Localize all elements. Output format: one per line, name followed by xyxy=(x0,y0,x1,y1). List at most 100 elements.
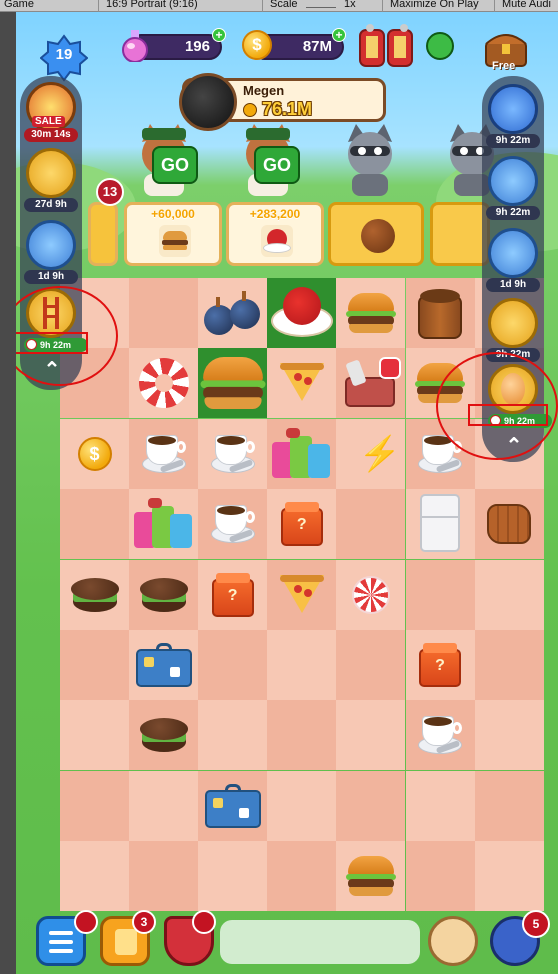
board-cell[interactable] xyxy=(129,489,199,560)
scale-slider[interactable] xyxy=(306,0,336,8)
board-cell[interactable] xyxy=(474,489,544,560)
go-button[interactable]: GO xyxy=(254,146,300,184)
editor-toolbar: Game 16:9 Portrait (9:16) Scale 1x Maxim… xyxy=(0,0,558,12)
board-cell[interactable] xyxy=(267,559,337,630)
board-cell[interactable] xyxy=(267,278,337,348)
trophy-shield-icon[interactable] xyxy=(356,24,418,74)
board-cell[interactable] xyxy=(60,559,129,630)
sale-label: SALE xyxy=(32,116,65,127)
board-cell[interactable] xyxy=(198,418,268,489)
board-cell[interactable] xyxy=(267,348,337,419)
divider xyxy=(494,0,495,12)
gold-coin-item: $ xyxy=(77,436,112,471)
board-cell[interactable] xyxy=(267,630,337,700)
slot-timer: 27d 9h xyxy=(24,198,78,212)
producer-slot[interactable] xyxy=(488,84,538,134)
board-cell[interactable] xyxy=(198,770,268,841)
board-cell[interactable] xyxy=(129,418,199,489)
board-cell[interactable] xyxy=(60,630,129,700)
board-cell[interactable] xyxy=(405,559,475,630)
board-cell[interactable] xyxy=(267,841,337,912)
board-cell[interactable] xyxy=(267,418,337,489)
board-cell[interactable] xyxy=(405,841,475,912)
board-cell[interactable] xyxy=(474,559,544,630)
board-cell[interactable] xyxy=(129,841,199,912)
coin-count: 87M xyxy=(302,38,332,55)
board-cell[interactable] xyxy=(336,630,406,700)
board-cell[interactable] xyxy=(405,770,475,841)
slot-timer: 9h 22m xyxy=(486,206,540,220)
board-cell[interactable]: ? xyxy=(198,559,268,630)
level-number: 19 xyxy=(55,46,73,63)
notification-badge: 13 xyxy=(96,178,124,206)
board-cell[interactable] xyxy=(405,700,475,771)
scale-label: Scale xyxy=(270,0,298,10)
board-cell[interactable] xyxy=(60,770,129,841)
board-cell[interactable] xyxy=(198,489,268,560)
board-cell[interactable] xyxy=(336,278,406,348)
board-cell[interactable] xyxy=(336,770,406,841)
board-cell[interactable] xyxy=(129,630,199,700)
add-potion-icon[interactable]: + xyxy=(212,28,226,42)
producer-slot[interactable] xyxy=(488,156,538,206)
board-cell[interactable] xyxy=(60,841,129,912)
board-cell[interactable] xyxy=(60,700,129,771)
chocolate-cake-item xyxy=(139,577,188,612)
board-cell[interactable] xyxy=(198,278,268,348)
board-cell[interactable] xyxy=(336,489,406,560)
potion-count: 196 xyxy=(184,38,210,55)
board-cell[interactable] xyxy=(336,559,406,630)
board-cell[interactable] xyxy=(267,770,337,841)
board-cell[interactable] xyxy=(198,841,268,912)
board-cell[interactable] xyxy=(198,630,268,700)
board-cell[interactable] xyxy=(336,700,406,771)
opponent-banner[interactable]: Megen 76.1M xyxy=(179,73,386,131)
board-cell[interactable] xyxy=(198,700,268,771)
board-cell[interactable] xyxy=(129,770,199,841)
producer-slot[interactable] xyxy=(26,148,76,198)
raccoon-customer[interactable] xyxy=(338,124,402,196)
board-cell[interactable] xyxy=(60,489,129,560)
order-card-partial[interactable] xyxy=(88,202,118,266)
go-button[interactable]: GO xyxy=(152,146,198,184)
board-cell[interactable] xyxy=(336,348,406,419)
board-cell[interactable] xyxy=(474,630,544,700)
annotation-rect xyxy=(16,332,88,354)
order-card[interactable]: +60,000 xyxy=(124,202,222,266)
map-scroll-button[interactable] xyxy=(428,916,478,966)
board-cell[interactable] xyxy=(474,841,544,912)
board-cell[interactable] xyxy=(129,278,199,348)
add-coins-icon[interactable]: + xyxy=(332,28,346,42)
board-cell[interactable] xyxy=(267,700,337,771)
board-cell[interactable]: ? xyxy=(267,489,337,560)
order-card-completed[interactable] xyxy=(328,202,424,266)
board-cell[interactable] xyxy=(336,841,406,912)
board-cell[interactable]: ⚡ xyxy=(336,418,406,489)
order-salad-icon xyxy=(261,225,293,257)
pizza-slice-item xyxy=(279,574,324,615)
board-cell[interactable] xyxy=(405,278,475,348)
shop-gift-icon[interactable] xyxy=(426,32,454,60)
board-cell[interactable] xyxy=(474,700,544,771)
order-card-completed[interactable] xyxy=(430,202,490,266)
producer-slot[interactable] xyxy=(26,220,76,270)
board-cell[interactable] xyxy=(129,559,199,630)
slot-timer: 1d 9h xyxy=(486,278,540,292)
board-cell[interactable] xyxy=(405,489,475,560)
game-tab[interactable]: Game xyxy=(4,0,34,10)
maximize-on-play-toggle[interactable]: Maximize On Play xyxy=(390,0,479,10)
board-cell[interactable] xyxy=(129,700,199,771)
order-card[interactable]: +283,200 xyxy=(226,202,324,266)
info-panel xyxy=(220,920,420,964)
board-cell[interactable] xyxy=(129,348,199,419)
board-cell[interactable] xyxy=(474,770,544,841)
mute-audio-toggle[interactable]: Mute Audi xyxy=(502,0,551,10)
producer-slot[interactable] xyxy=(488,298,538,348)
level-badge[interactable]: 19 xyxy=(39,34,89,82)
board-cell[interactable]: $ xyxy=(60,418,129,489)
producer-slot[interactable] xyxy=(488,228,538,278)
burger-item xyxy=(200,357,266,410)
aspect-dropdown[interactable]: 16:9 Portrait (9:16) xyxy=(106,0,198,10)
board-cell[interactable] xyxy=(198,348,268,419)
board-cell[interactable]: ? xyxy=(405,630,475,700)
